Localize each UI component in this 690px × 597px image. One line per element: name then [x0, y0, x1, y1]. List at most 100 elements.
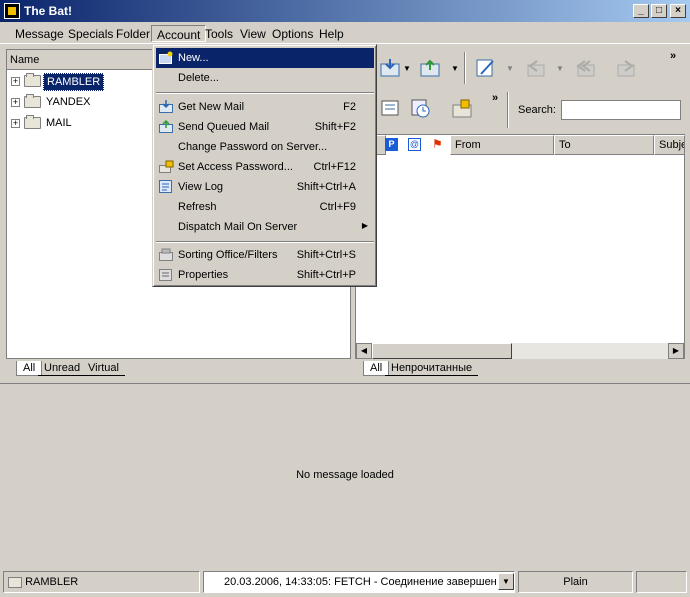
send-mail-icon	[420, 59, 440, 77]
get-mail-icon	[380, 59, 400, 77]
menu-account[interactable]: Account	[151, 25, 207, 42]
menu-options[interactable]: Options	[267, 25, 318, 42]
filters-icon	[159, 248, 173, 261]
toolbar-reply-all-button[interactable]	[571, 54, 601, 82]
preview-pane: No message loaded	[0, 383, 690, 568]
app-icon[interactable]	[4, 3, 20, 19]
status-extra	[636, 571, 687, 593]
menu-help[interactable]: Help	[314, 25, 349, 42]
close-button[interactable]: ×	[670, 4, 686, 18]
window-title: The Bat!	[24, 4, 72, 18]
scroll-right-icon[interactable]: ▶	[668, 343, 684, 359]
log-icon	[159, 180, 172, 193]
toolbar-reply-button[interactable]	[521, 54, 551, 82]
menu-item-get-new-mail[interactable]: Get New Mail F2	[156, 97, 374, 117]
toolbar-protected-folder-button[interactable]	[448, 94, 478, 122]
secondary-toolbar: » Search:	[376, 92, 686, 130]
forward-icon	[617, 60, 635, 77]
priority-icon[interactable]: P	[385, 138, 398, 151]
menu-message[interactable]: Message	[10, 25, 69, 42]
column-subject[interactable]: Subje	[654, 135, 685, 155]
toolbar-scheduler-button[interactable]	[406, 94, 436, 122]
expand-icon[interactable]: +	[11, 98, 20, 107]
clock-icon	[411, 99, 430, 118]
submenu-arrow-icon: ▶	[361, 221, 368, 230]
new-account-icon	[159, 51, 173, 64]
tab-unread[interactable]: Unread	[38, 361, 87, 376]
toolbar-address-book-button[interactable]	[376, 94, 406, 122]
reply-icon	[527, 60, 545, 77]
scroll-thumb[interactable]	[372, 343, 512, 359]
flag-icon[interactable]: ⚑	[432, 137, 443, 151]
toolbar-separator	[507, 92, 509, 128]
message-filter-tabs: All Непрочитанные	[355, 360, 685, 378]
address-book-icon	[381, 100, 399, 116]
preview-message: No message loaded	[296, 469, 394, 481]
expand-icon[interactable]: +	[11, 119, 20, 128]
menu-item-properties[interactable]: Properties Shift+Ctrl+P	[156, 265, 374, 285]
column-from[interactable]: From	[450, 135, 554, 155]
chevron-down-icon[interactable]: ▼	[451, 64, 459, 73]
folder-name[interactable]: MAIL	[43, 115, 75, 131]
chevron-down-icon[interactable]: ▼	[498, 573, 514, 590]
search-label: Search:	[518, 104, 556, 116]
chevron-down-icon: ▼	[556, 64, 564, 73]
account-menu: New... Delete... Get New Mail F2 Send Qu…	[152, 44, 377, 287]
menu-item-refresh[interactable]: Refresh Ctrl+F9	[156, 197, 374, 217]
folder-name[interactable]: YANDEX	[43, 94, 93, 110]
toolbar-overflow-icon[interactable]: »	[492, 92, 498, 104]
toolbar-overflow-icon[interactable]: »	[670, 50, 676, 62]
expand-icon[interactable]: +	[11, 77, 20, 86]
menu-item-new[interactable]: New...	[156, 48, 374, 68]
menu-separator	[156, 241, 374, 243]
properties-icon	[159, 269, 172, 281]
lock-folder-icon	[452, 99, 472, 118]
new-message-icon	[476, 59, 494, 77]
lock-icon	[159, 160, 174, 173]
folder-icon	[8, 576, 22, 588]
send-mail-icon	[159, 120, 173, 133]
toolbar-new-message-button[interactable]	[471, 54, 501, 82]
horizontal-scrollbar[interactable]: ◀ ▶	[356, 343, 684, 359]
menu-item-change-password[interactable]: Change Password on Server...	[156, 137, 374, 157]
menu-item-dispatch-mail[interactable]: Dispatch Mail On Server ▶	[156, 217, 374, 237]
folder-icon	[24, 115, 41, 129]
tab-unread-messages[interactable]: Непрочитанные	[385, 361, 479, 376]
search-input[interactable]	[561, 100, 681, 120]
toolbar-forward-button[interactable]	[611, 54, 641, 82]
status-mode: Plain	[518, 571, 633, 593]
scroll-left-icon[interactable]: ◀	[356, 343, 372, 359]
toolbar-get-mail-button[interactable]	[376, 54, 406, 82]
minimize-button[interactable]: _	[633, 4, 649, 18]
menu-item-sorting-office[interactable]: Sorting Office/Filters Shift+Ctrl+S	[156, 245, 374, 265]
menu-item-delete[interactable]: Delete...	[156, 68, 374, 88]
menu-tools[interactable]: Tools	[200, 25, 238, 42]
folder-icon	[24, 73, 41, 87]
folder-icon	[24, 94, 41, 108]
attachment-icon[interactable]: @	[408, 138, 421, 151]
toolbar-separator	[464, 52, 466, 84]
column-to[interactable]: To	[554, 135, 654, 155]
reply-all-icon	[576, 60, 595, 77]
tab-virtual[interactable]: Virtual	[82, 361, 125, 376]
menu-view[interactable]: View	[235, 25, 271, 42]
menu-folder[interactable]: Folder	[111, 25, 155, 42]
menu-bar: Message Specials Folder Account Tools Vi…	[0, 22, 690, 44]
folder-name[interactable]: RAMBLER	[43, 73, 105, 91]
message-list: P @ ⚑ From To Subje ◀ ▶	[355, 134, 685, 359]
status-account-name: RAMBLER	[25, 576, 79, 588]
menu-item-view-log[interactable]: View Log Shift+Ctrl+A	[156, 177, 374, 197]
folder-filter-tabs: All Unread Virtual	[6, 360, 351, 378]
chevron-down-icon[interactable]: ▼	[403, 64, 411, 73]
get-mail-icon	[159, 100, 173, 113]
menu-item-send-queued-mail[interactable]: Send Queued Mail Shift+F2	[156, 117, 374, 137]
maximize-button[interactable]: □	[651, 4, 667, 18]
status-account[interactable]: RAMBLER	[3, 571, 200, 593]
status-log-select[interactable]: 20.03.2006, 14:33:05: FETCH - Соединение…	[203, 571, 515, 593]
chevron-down-icon: ▼	[506, 64, 514, 73]
main-toolbar: ▼ ▼ ▼ ▼ »	[376, 50, 686, 90]
status-log-text: 20.03.2006, 14:33:05: FETCH - Соединение…	[224, 576, 496, 588]
toolbar-send-mail-button[interactable]	[416, 54, 446, 82]
title-bar: The Bat! _ □ ×	[0, 0, 690, 22]
menu-item-set-access-password[interactable]: Set Access Password... Ctrl+F12	[156, 157, 374, 177]
